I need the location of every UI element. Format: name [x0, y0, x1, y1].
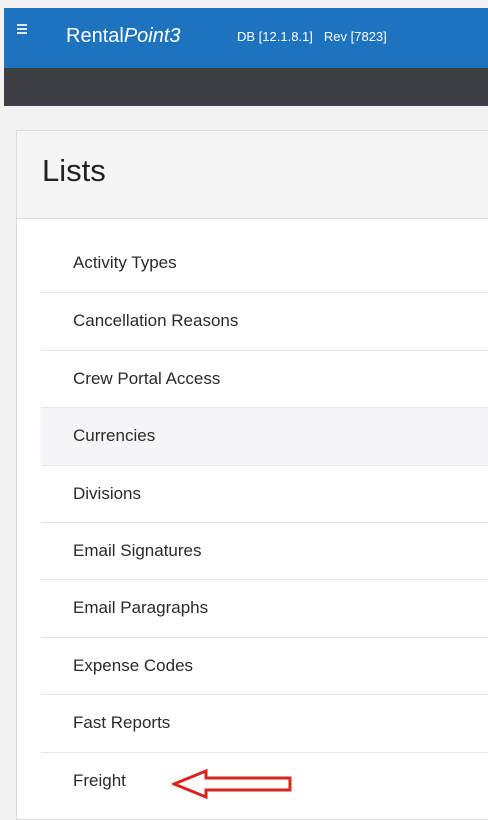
list-item-crew-portal-access[interactable]: Crew Portal Access	[41, 349, 488, 407]
list-item-email-paragraphs[interactable]: Email Paragraphs	[41, 579, 488, 636]
list-item-currencies[interactable]: Currencies	[41, 407, 488, 465]
list-item-activity-types[interactable]: Activity Types	[41, 235, 488, 292]
version-info: DB [12.1.8.1] Rev [7823]	[237, 29, 387, 45]
hamburger-icon[interactable]	[17, 24, 27, 34]
brand-prefix: Rental	[66, 25, 124, 47]
brand-italic: Point3	[123, 25, 181, 47]
page-title: Lists	[42, 153, 106, 188]
list-item-fast-reports[interactable]: Fast Reports	[41, 694, 488, 751]
toolbar	[4, 68, 488, 106]
list-item-email-signatures[interactable]: Email Signatures	[41, 521, 488, 579]
list-item-label: Fast Reports	[73, 713, 171, 733]
app-logo[interactable]: RentalPoint3	[66, 24, 181, 48]
list-item-label: Email Paragraphs	[73, 598, 209, 618]
list-item-expense-codes[interactable]: Expense Codes	[41, 636, 488, 694]
list-item-label: Currencies	[73, 426, 156, 446]
revision: Rev [7823]	[323, 29, 387, 44]
panel-heading: Lists	[17, 131, 488, 219]
list-item-label: Email Signatures	[73, 540, 202, 560]
list-item-label: Crew Portal Access	[73, 368, 221, 388]
list-item-divisions[interactable]: Divisions	[41, 464, 488, 522]
app-header: RentalPoint3 DB [12.1.8.1] Rev [7823]	[4, 8, 488, 68]
arrow-left-icon	[172, 768, 292, 800]
lists-panel: Lists Activity Types Cancellation Reason…	[16, 130, 488, 820]
list-item-label: Freight	[73, 770, 126, 790]
list-item-label: Activity Types	[73, 253, 177, 272]
db-version: DB [12.1.8.1]	[237, 29, 313, 44]
lists-list: Activity Types Cancellation Reasons Crew…	[41, 235, 488, 809]
list-item-cancellation-reasons[interactable]: Cancellation Reasons	[41, 292, 488, 349]
list-item-label: Expense Codes	[73, 655, 194, 675]
list-item-label: Divisions	[73, 483, 142, 503]
list-item-label: Cancellation Reasons	[73, 311, 239, 331]
